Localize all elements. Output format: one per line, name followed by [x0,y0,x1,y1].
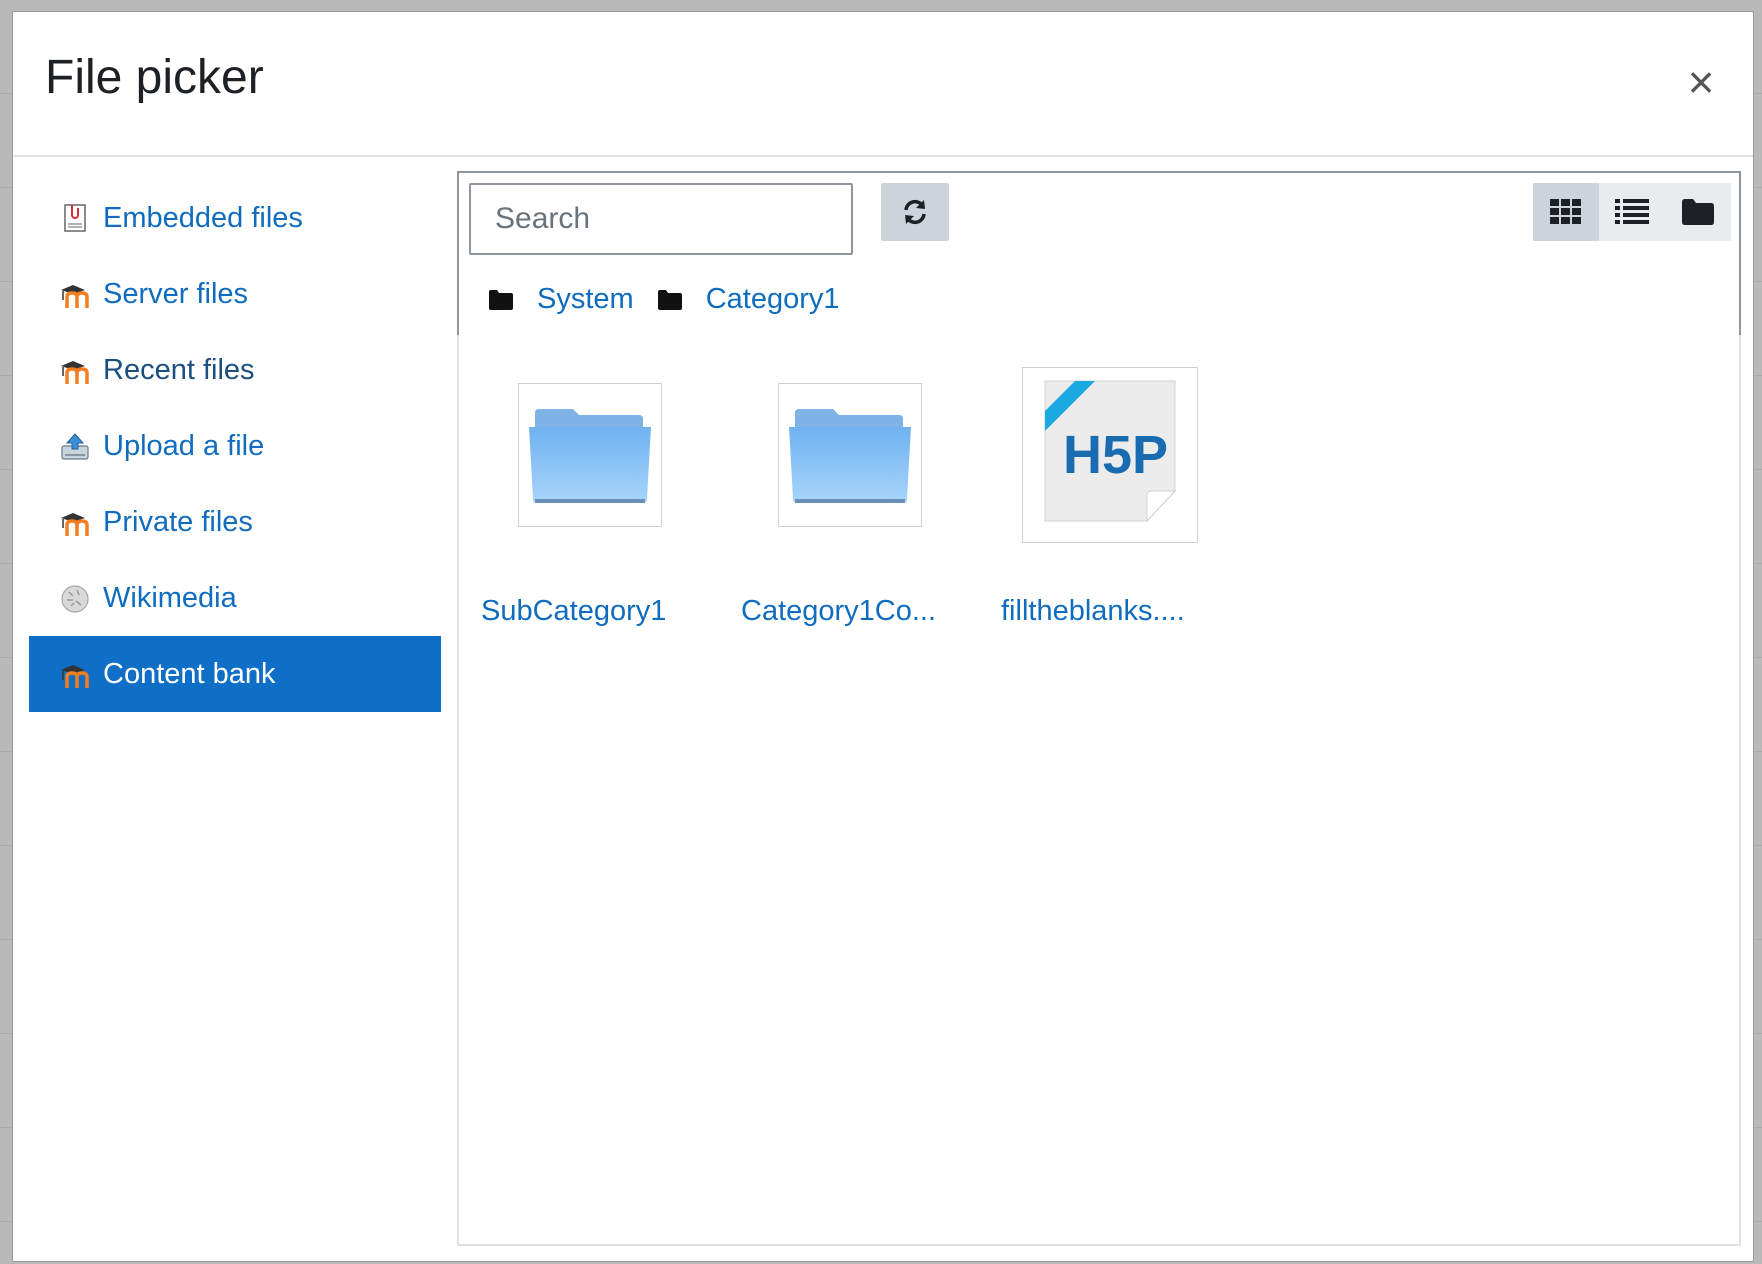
folder-icon [1682,199,1714,225]
moodle-icon [61,285,89,308]
file-name: Category1Co... [741,595,937,627]
moodle-icon [61,361,89,384]
dialog-header: File picker × [13,12,1753,157]
embedded-files-icon [64,204,86,232]
sidebar-item-embedded-files[interactable]: Embedded files [29,180,441,256]
view-switcher [1533,183,1731,241]
h5p-file-icon: H5P [1044,380,1177,523]
sidebar-item-private-files[interactable]: Private files [29,484,441,560]
sidebar-item-label: Private files [103,505,253,538]
list-view-button[interactable] [1599,183,1665,241]
sidebar-item-upload-a-file[interactable]: Upload a file [29,408,441,484]
file-browser-panel: System Category1 [457,171,1741,1246]
moodle-icon [61,665,89,688]
file-name: SubCategory1 [481,595,667,627]
file-picker-dialog: File picker × Embedded files Server file… [12,11,1754,1262]
sidebar-item-label: Server files [103,277,249,310]
sidebar-item-label: Recent files [103,353,255,386]
breadcrumb-item-category1[interactable]: Category1 [657,283,840,316]
breadcrumb-item-system[interactable]: System [489,283,634,316]
breadcrumb-label: System [537,283,634,315]
grid-icon [1550,199,1581,224]
refresh-icon [904,199,926,225]
file-thumbnail: H5P [1022,367,1198,543]
moodle-icon [61,513,89,536]
refresh-button[interactable] [881,183,949,241]
sidebar-item-label: Content bank [103,657,276,690]
wikimedia-icon [61,585,89,613]
upload-icon [61,433,89,460]
folder-icon [789,409,911,503]
folder-icon [529,409,651,503]
sidebar-item-server-files[interactable]: Server files [29,256,441,332]
file-thumbnail [518,383,662,527]
file-name: filltheblanks.... [1001,595,1185,627]
file-browser-toolbar: System Category1 [457,171,1741,335]
sidebar-item-wikimedia[interactable]: Wikimedia [29,560,441,636]
repository-sidebar: Embedded files Server files Recent files [29,180,441,712]
breadcrumb: System Category1 [489,283,864,316]
sidebar-item-label: Wikimedia [103,581,237,614]
svg-text:H5P: H5P [1063,425,1168,485]
icons-view-button[interactable] [1533,183,1599,241]
sidebar-item-label: Upload a file [103,429,265,462]
sidebar-item-recent-files[interactable]: Recent files [29,332,441,408]
close-button[interactable]: × [1679,59,1723,105]
sidebar-item-content-bank[interactable]: Content bank [29,636,441,712]
file-thumbnail [778,383,922,527]
folder-icon [657,289,682,310]
tree-view-button[interactable] [1665,183,1731,241]
search-input[interactable] [469,183,853,255]
dialog-title: File picker [45,51,264,104]
sidebar-item-label: Embedded files [103,201,303,234]
folder-icon [489,289,513,310]
list-icon [1615,199,1649,224]
breadcrumb-label: Category1 [705,283,840,315]
